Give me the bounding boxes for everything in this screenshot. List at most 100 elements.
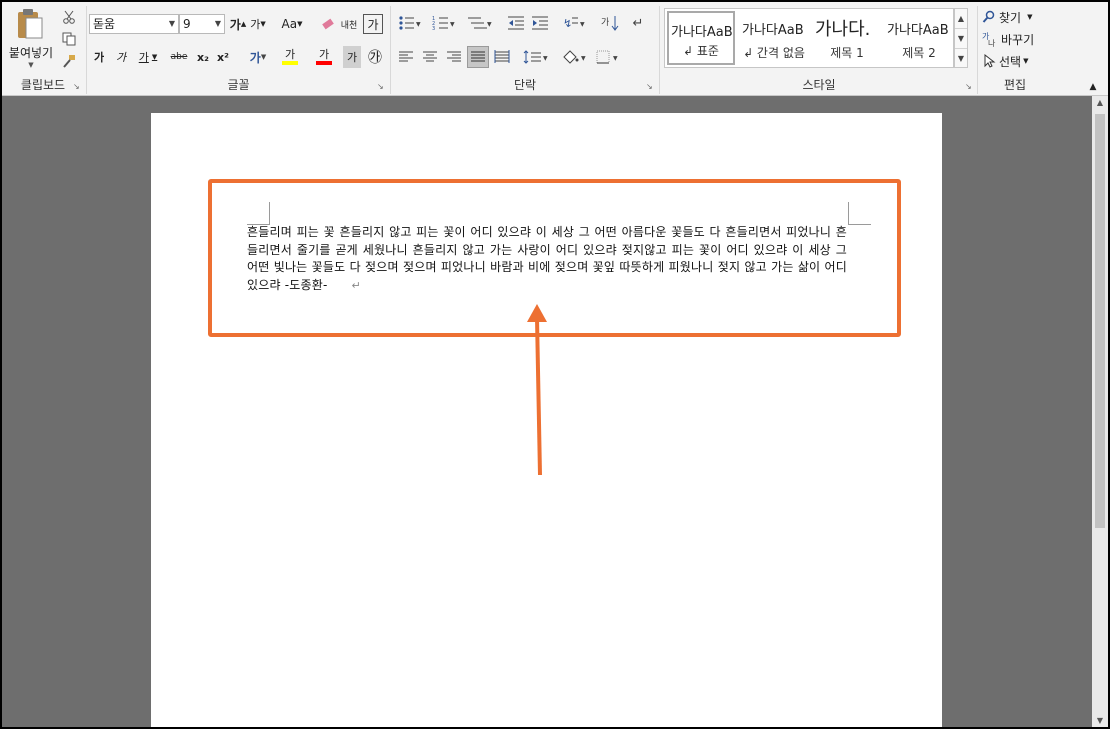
char-shading-button[interactable]: 가 xyxy=(343,46,361,68)
font-name-combo[interactable]: 돋움 ▼ xyxy=(89,14,179,34)
sort-button[interactable]: 가 xyxy=(599,12,621,34)
clear-formatting-button[interactable] xyxy=(319,14,337,34)
chevron-up-icon[interactable]: ▲ xyxy=(1092,98,1108,107)
copy-button[interactable] xyxy=(60,30,78,48)
strikethrough-button[interactable]: abe xyxy=(167,46,191,68)
align-center-button[interactable] xyxy=(419,46,441,68)
font-color-label: 가 xyxy=(318,47,330,61)
chevron-down-icon[interactable]: ▼ xyxy=(1092,716,1108,725)
line-spacing-button[interactable]: ▼ xyxy=(521,46,551,68)
highlight-color-button[interactable]: 가 xyxy=(275,44,305,68)
indent-icon xyxy=(532,16,548,30)
numbered-list-icon: 123▼ xyxy=(432,16,455,31)
multilevel-list-button[interactable]: ▼ xyxy=(463,12,497,34)
styles-group-label: 스타일 xyxy=(802,78,836,92)
highlight-label: 가 xyxy=(284,47,296,61)
replace-icon: 가나 xyxy=(982,32,996,47)
dialog-launcher-icon[interactable]: ↘ xyxy=(73,82,82,91)
style-name: ↲ 표준 xyxy=(683,44,719,58)
style-heading-1[interactable]: 가나다. 제목 1 xyxy=(813,11,881,65)
paragraph-group-label: 단락 xyxy=(513,78,537,92)
phonetic-guide-label: 내천 xyxy=(340,20,358,31)
chevron-down-icon[interactable]: ▼ xyxy=(215,15,221,33)
paste-button[interactable]: 붙여넣기 ▼ xyxy=(4,6,58,70)
style-no-spacing[interactable]: 가나다AaB ↲ 간격 없음 xyxy=(740,11,808,65)
text-effects-button[interactable]: 가 ▼ xyxy=(243,46,273,68)
format-painter-button[interactable] xyxy=(60,52,78,70)
paragraph-mark-icon: ↵ xyxy=(632,15,644,31)
align-right-button[interactable] xyxy=(443,46,465,68)
svg-text:▼: ▼ xyxy=(580,21,585,28)
align-left-icon xyxy=(399,51,413,62)
search-icon xyxy=(982,10,995,23)
asian-layout-button[interactable]: ↯ ▼ xyxy=(559,12,589,34)
dialog-launcher-icon[interactable]: ↘ xyxy=(965,82,974,91)
underline-label: 가 xyxy=(138,51,149,64)
align-center-icon xyxy=(423,51,437,62)
styles-gallery: 가나다AaB ↲ 표준 가나다AaB ↲ 간격 없음 가나다. 제목 1 가나다… xyxy=(664,8,954,68)
dialog-launcher-icon[interactable]: ↘ xyxy=(377,82,386,91)
underline-button[interactable]: 가 ▼ xyxy=(133,46,163,68)
italic-button[interactable]: 가 xyxy=(111,46,131,68)
grow-font-button[interactable]: 가 ▲ xyxy=(229,14,247,34)
show-marks-button[interactable]: ↵ xyxy=(627,12,649,34)
font-color-button[interactable]: 가 xyxy=(309,44,339,68)
chevron-down-icon: ▼ xyxy=(28,60,34,69)
font-size-combo[interactable]: 9 ▼ xyxy=(179,14,225,34)
chevron-down-icon[interactable]: ▼ xyxy=(955,29,967,49)
copy-icon xyxy=(62,32,76,46)
dialog-launcher-icon[interactable]: ↘ xyxy=(646,82,655,91)
bold-button[interactable]: 가 xyxy=(89,46,109,68)
style-sample: 가나다AaB xyxy=(742,23,804,38)
chevron-up-icon[interactable]: ▲ xyxy=(955,9,967,29)
select-button[interactable]: 선택 ▼ xyxy=(982,52,1048,70)
chevron-down-icon[interactable]: ▼ xyxy=(169,15,175,33)
vertical-scrollbar[interactable]: ▲ ▼ xyxy=(1092,96,1108,727)
subscript-button[interactable]: x₂ xyxy=(193,46,213,68)
font-size-value: 9 xyxy=(183,17,191,31)
paste-label: 붙여넣기 xyxy=(8,45,54,60)
phonetic-guide-button[interactable]: 내천 xyxy=(339,14,359,34)
superscript-button[interactable]: x² xyxy=(213,46,233,68)
style-name: 제목 1 xyxy=(830,46,864,60)
svg-text:가: 가 xyxy=(601,17,609,28)
change-case-button[interactable]: Aa ▼ xyxy=(277,14,307,34)
borders-icon: ▼ xyxy=(596,50,618,64)
sort-icon: 가 xyxy=(601,16,619,31)
italic-label: 가 xyxy=(115,51,127,64)
scissors-icon xyxy=(63,10,75,24)
distributed-button[interactable] xyxy=(491,46,513,68)
style-normal[interactable]: 가나다AaB ↲ 표준 xyxy=(667,11,735,65)
decrease-indent-button[interactable] xyxy=(505,12,527,34)
svg-text:▼: ▼ xyxy=(581,55,586,62)
scrollbar-thumb[interactable] xyxy=(1095,114,1105,528)
asian-layout-icon: ↯ ▼ xyxy=(563,17,585,30)
increase-indent-button[interactable] xyxy=(529,12,551,34)
enclose-characters-button[interactable]: ㉮ xyxy=(365,46,385,68)
shading-button[interactable]: ▼ xyxy=(559,46,589,68)
select-label: 선택 xyxy=(999,54,1022,69)
find-label: 찾기 xyxy=(999,10,1022,25)
font-color-swatch xyxy=(316,60,332,65)
paragraph-group: ▼ 1 2 3 ▼ ▼ ↯ ▼ 가 ↵ ▼ ▼ ▼ 단락 ↘ xyxy=(391,2,659,94)
replace-button[interactable]: 가나 바꾸기 xyxy=(982,30,1048,48)
style-heading-2[interactable]: 가나다AaB 제목 2 xyxy=(885,11,953,65)
justify-button[interactable] xyxy=(467,46,489,68)
multilevel-list-icon: ▼ xyxy=(468,17,492,29)
more-styles-icon[interactable]: ▼ xyxy=(955,49,967,68)
grow-font-label: 가 xyxy=(229,17,241,32)
find-button[interactable]: 찾기 ▼ xyxy=(982,8,1048,26)
borders-button[interactable]: ▼ xyxy=(593,46,623,68)
shrink-font-button[interactable]: 가 ▼ xyxy=(249,14,267,34)
text-effects-label: 가 xyxy=(249,50,261,65)
svg-text:▼: ▼ xyxy=(450,21,455,28)
shrink-font-label: 가 xyxy=(250,18,261,31)
font-name-value: 돋움 xyxy=(93,17,116,31)
numbering-button[interactable]: 1 2 3 ▼ xyxy=(429,12,459,34)
bullets-button[interactable]: ▼ xyxy=(395,12,425,34)
svg-text:▼: ▼ xyxy=(613,55,618,62)
align-left-button[interactable] xyxy=(395,46,417,68)
collapse-ribbon-button[interactable]: ▲ xyxy=(1086,80,1100,94)
cut-button[interactable] xyxy=(60,8,78,26)
enclosed-char-button[interactable]: 가 xyxy=(363,14,383,34)
